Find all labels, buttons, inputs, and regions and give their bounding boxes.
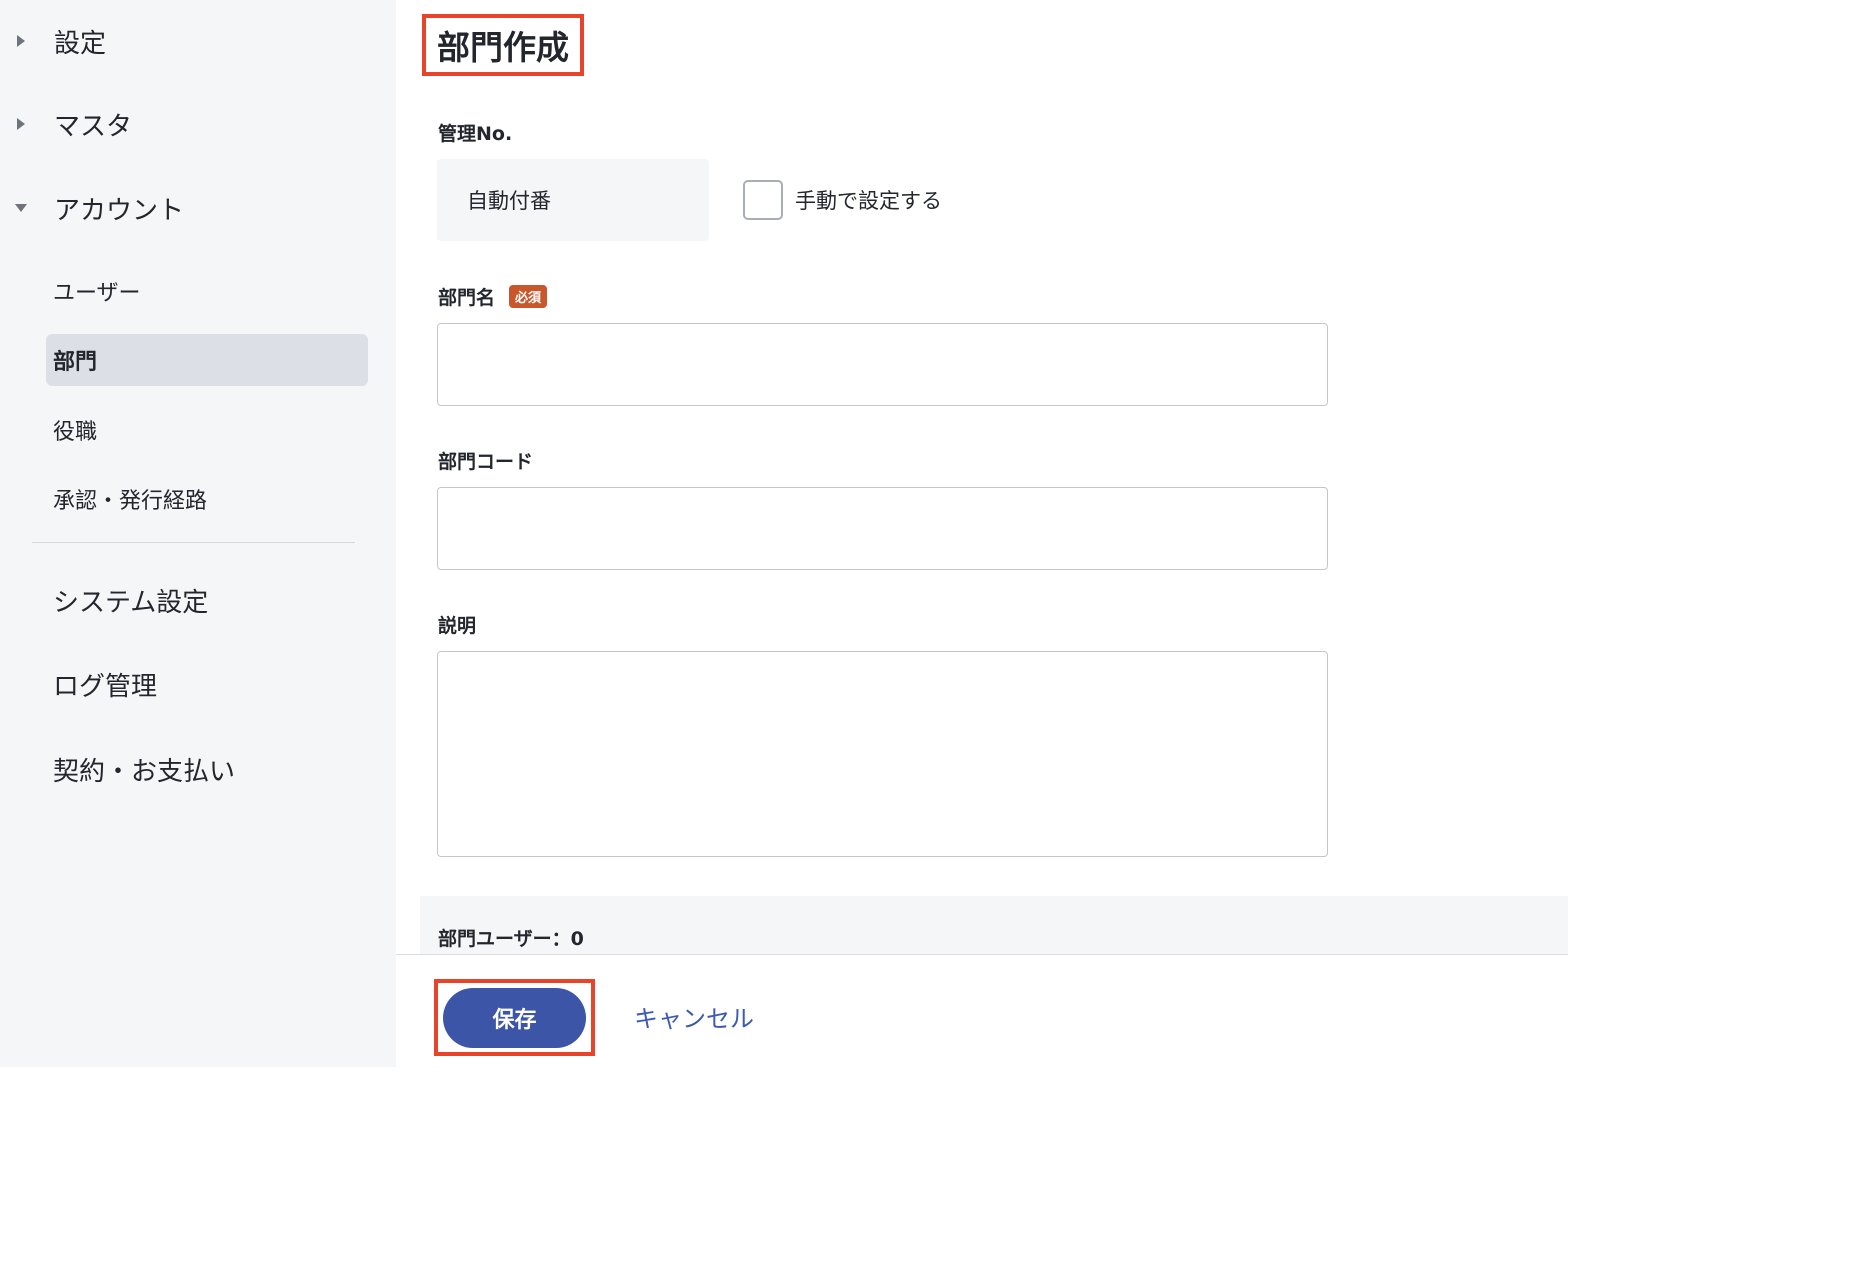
sidebar-item-label: マスタ xyxy=(54,111,133,142)
department-users-count: 部門ユーザー：0 xyxy=(438,928,584,950)
department-code-label-text: 部門コード xyxy=(438,451,534,473)
manual-setting-label[interactable]: 手動で設定する xyxy=(795,185,942,215)
sidebar-item-positions[interactable]: 役職 xyxy=(46,404,368,456)
description-textarea[interactable] xyxy=(437,651,1328,857)
description-label-text: 説明 xyxy=(438,615,477,637)
sidebar-item-departments[interactable]: 部門 xyxy=(46,334,368,386)
caret-right-icon xyxy=(14,34,28,48)
cancel-link[interactable]: キャンセル xyxy=(634,999,754,1034)
department-code-label: 部門コード xyxy=(438,447,533,474)
page-title: 部門作成 xyxy=(437,28,569,67)
management-no-label-text: 管理No. xyxy=(438,123,513,145)
form-footer: 保存 キャンセル xyxy=(396,954,1568,1067)
department-name-input[interactable] xyxy=(437,323,1328,406)
management-no-label: 管理No. xyxy=(438,119,512,146)
sidebar-divider xyxy=(32,542,355,543)
page-title-highlight: 部門作成 xyxy=(422,14,584,76)
management-no-value: 自動付番 xyxy=(437,159,709,241)
sidebar-item-label: アカウント xyxy=(54,195,185,226)
sidebar: 設定 マスタ アカウント ユーザー 部門 役職 承認・発行経路 システム設定 ロ… xyxy=(0,0,396,1067)
required-badge: 必須 xyxy=(509,285,548,308)
sidebar-item-users[interactable]: ユーザー xyxy=(46,265,368,317)
sidebar-item-label: 設定 xyxy=(54,28,107,59)
department-name-label-text: 部門名 xyxy=(438,287,496,309)
department-name-label: 部門名 必須 xyxy=(438,283,548,310)
department-code-input[interactable] xyxy=(437,487,1328,570)
caret-right-icon xyxy=(14,117,28,131)
save-button[interactable]: 保存 xyxy=(443,988,586,1048)
description-label: 説明 xyxy=(438,611,476,638)
sidebar-item-contract-payment[interactable]: 契約・お支払い xyxy=(53,751,235,788)
manual-setting-toggle[interactable]: 手動で設定する xyxy=(743,180,942,220)
manual-setting-checkbox[interactable] xyxy=(743,180,783,220)
main-content: 部門作成 管理No. 自動付番 手動で設定する 部門名 必須 部門コード 説明 … xyxy=(396,0,1568,1067)
department-users-section xyxy=(420,896,1568,956)
sidebar-item-system-settings[interactable]: システム設定 xyxy=(53,582,208,619)
sidebar-item-approval-routes[interactable]: 承認・発行経路 xyxy=(46,473,368,525)
sidebar-item-log-management[interactable]: ログ管理 xyxy=(53,666,157,703)
caret-down-icon xyxy=(14,201,28,215)
